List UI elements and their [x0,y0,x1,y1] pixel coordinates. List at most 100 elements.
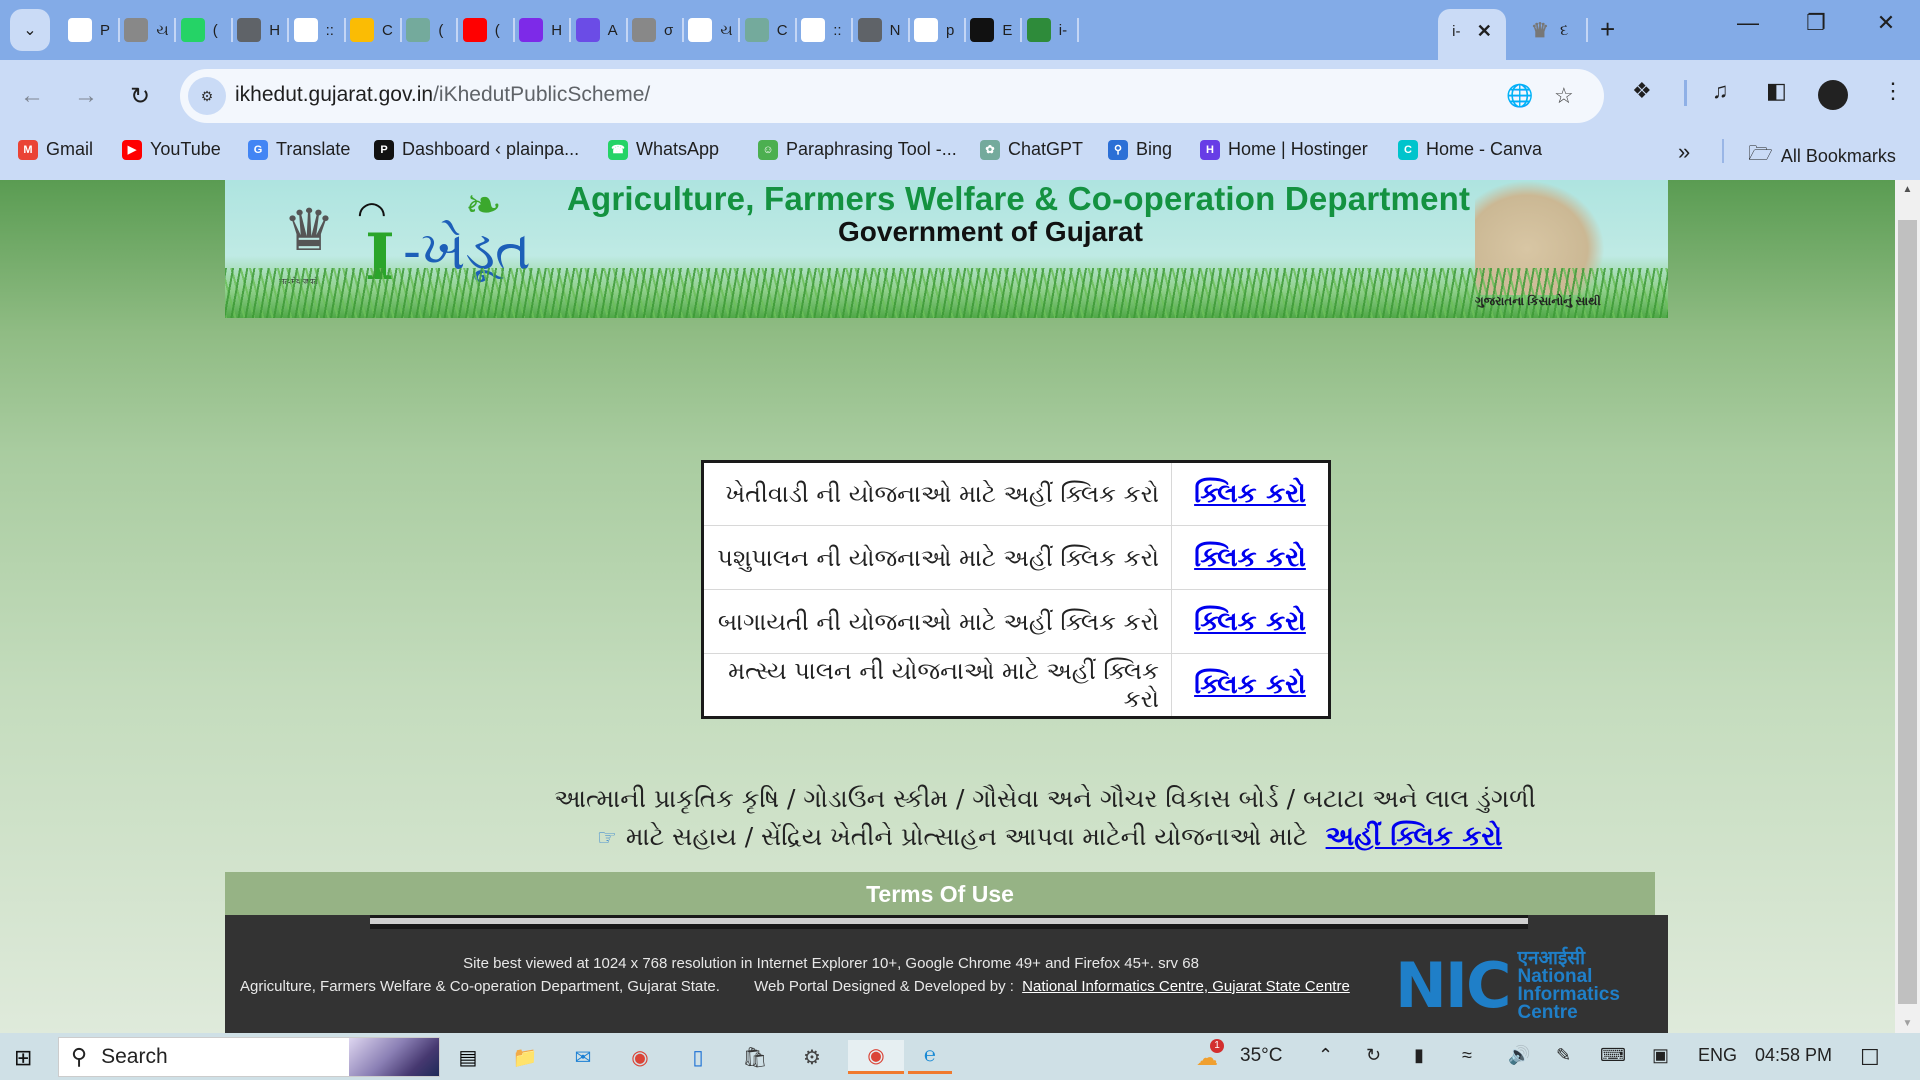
tab-item[interactable]: :: [801,12,842,48]
task-view-icon[interactable]: ▤ [448,1040,488,1074]
taskbar-search[interactable]: ⚲ Search [58,1037,440,1077]
tab-item[interactable]: C [350,12,393,48]
bookmark-item[interactable]: ☺ Paraphrasing Tool -... [758,139,957,160]
tab-item[interactable]: A [575,12,618,48]
more-bookmarks-button[interactable]: » [1678,139,1690,165]
scheme-click-link[interactable]: ક્લિક કરો [1194,542,1306,573]
pen-icon[interactable]: ✎ [1556,1045,1571,1066]
phone-link-icon[interactable]: ▯ [678,1040,718,1074]
whatsapp-icon [180,18,205,42]
microsoft-store-icon[interactable]: 🛍 [735,1040,775,1074]
globe-icon [237,18,262,42]
profile-avatar[interactable] [1818,80,1848,110]
tab-item[interactable]: p [914,12,954,48]
notifications-icon[interactable]: ☐ [1860,1045,1880,1071]
scrollbar-thumb[interactable] [1898,220,1917,1004]
media-control-icon[interactable]: ♫ [1712,78,1729,104]
restore-button[interactable]: ❐ [1796,10,1836,36]
tab-emblem[interactable]: ♛ દ [1528,12,1568,48]
wifi-icon[interactable]: ≈ [1462,1045,1472,1066]
tab-separator [400,18,402,42]
extensions-icon[interactable]: ❖ [1632,78,1652,104]
side-panel-icon[interactable]: ◧ [1766,78,1787,104]
address-bar[interactable]: ⚙ ikhedut.gujarat.gov.in/iKhedutPublicSc… [180,69,1604,123]
back-button[interactable]: ← [14,78,50,114]
nic-link[interactable]: National Informatics Centre, Gujarat Sta… [1022,978,1350,995]
tab-label: p [946,21,955,39]
battery-icon[interactable]: ▮ [1414,1045,1424,1066]
bookmark-item[interactable]: H Home | Hostinger [1200,139,1368,160]
language-indicator[interactable]: ENG [1698,1045,1737,1066]
forward-button[interactable]: → [68,78,104,114]
tab-search-button[interactable]: ⌄ [10,9,50,51]
scheme-click-link[interactable]: ક્લિક કરો [1194,478,1306,509]
bookmark-item[interactable]: ☎ WhatsApp [608,139,719,160]
tab-item[interactable]: P [68,12,110,48]
government-title: Government of Gujarat [838,216,1143,247]
url-text[interactable]: ikhedut.gujarat.gov.in/iKhedutPublicSche… [235,83,650,107]
tab-separator [1076,18,1079,42]
tab-item[interactable]: ય [688,12,733,48]
canva-icon: C [1398,139,1418,160]
tab-item[interactable]: σ [632,12,673,48]
volume-icon[interactable]: 🔊 [1508,1045,1530,1066]
tab-item[interactable]: ય [124,12,169,48]
other-schemes-link[interactable]: અહીં ક્લિક કરો [1326,821,1503,852]
weather-temp[interactable]: 35°C [1240,1045,1282,1067]
new-tab-button[interactable]: + [1600,14,1615,45]
tab-item[interactable]: ( [462,12,500,48]
start-button[interactable]: ⊞ [14,1045,32,1071]
clock[interactable]: 04:58 PM [1755,1045,1832,1066]
file-explorer-icon[interactable]: 📁 [505,1040,545,1074]
plain-icon: P [374,139,394,160]
scheme-click-link[interactable]: ક્લિક કરો [1194,669,1306,700]
touch-keyboard-icon[interactable]: ⌨ [1600,1045,1626,1066]
bookmark-item[interactable]: M Gmail [18,139,93,160]
mail-icon[interactable]: ✉ [563,1040,603,1074]
bookmark-item[interactable]: G Translate [248,139,350,160]
bookmark-item[interactable]: ▶ YouTube [122,139,221,160]
reload-button[interactable]: ↻ [122,78,158,114]
tab-item[interactable]: E [970,12,1012,48]
close-window-button[interactable]: ✕ [1866,10,1906,36]
show-hidden-icons-chevron-icon[interactable]: ⌃ [1318,1045,1333,1066]
youtube-icon: ▶ [122,139,142,160]
tab-item[interactable]: :: [293,12,334,48]
tab-active-ikhedut[interactable]: i- ✕ [1438,9,1506,61]
chrome-icon[interactable]: ◉ [620,1040,660,1074]
chrome-active-icon[interactable]: ◉ [848,1040,904,1074]
bookmark-item[interactable]: ⚲ Bing [1108,139,1172,160]
other-schemes-text: આત્માની પ્રાકૃતિક કૃષિ / ગોડાઉન સ્કીમ / … [545,780,1545,858]
touchpad-icon[interactable]: ▣ [1652,1045,1669,1066]
bookmark-star-icon[interactable]: ☆ [1554,83,1574,109]
tab-item[interactable]: N [857,12,900,48]
all-bookmarks-button[interactable]: 🗁 All Bookmarks [1748,139,1896,173]
more-menu-icon[interactable]: ⋮ [1882,78,1904,104]
bookmark-item[interactable]: C Home - Canva [1398,139,1542,160]
close-tab-icon[interactable]: ✕ [1477,21,1492,42]
edge-icon[interactable]: ℮ [908,1040,952,1074]
terms-of-use-link[interactable]: Terms Of Use [225,872,1655,917]
bookmark-item[interactable]: ✿ ChatGPT [980,139,1083,160]
site-info-button[interactable]: ⚙ [188,77,226,115]
settings-gear-icon[interactable]: ⚙ [792,1040,832,1074]
tab-item[interactable]: H [237,12,280,48]
translate-page-icon[interactable]: 🌐 [1506,83,1533,109]
bookmark-item[interactable]: P Dashboard ‹ plainpa... [374,139,579,160]
scheme-click-link[interactable]: ક્લિક કરો [1194,606,1306,637]
tab-item[interactable]: ( [180,12,218,48]
sync-icon[interactable]: ↻ [1366,1045,1381,1066]
tab-separator [1020,18,1023,42]
minimize-button[interactable]: — [1728,10,1768,36]
scroll-down-arrow-icon[interactable]: ▼ [1895,1018,1920,1029]
tab-item[interactable]: ( [406,12,443,48]
tab-item[interactable]: C [744,12,788,48]
search-icon: ⚲ [71,1044,88,1069]
vertical-scrollbar[interactable]: ▲ ▼ [1895,180,1920,1033]
chatgpt-icon: ✿ [980,139,1000,160]
tab-item[interactable]: H [519,12,562,48]
scroll-up-arrow-icon[interactable]: ▲ [1895,184,1920,195]
tab-item[interactable]: i- [1026,12,1067,48]
search-label: Search [101,1045,168,1068]
scheme-description: બાગાયતી ની યોજનાઓ માટે અહીં ક્લિક કરો [702,589,1172,654]
